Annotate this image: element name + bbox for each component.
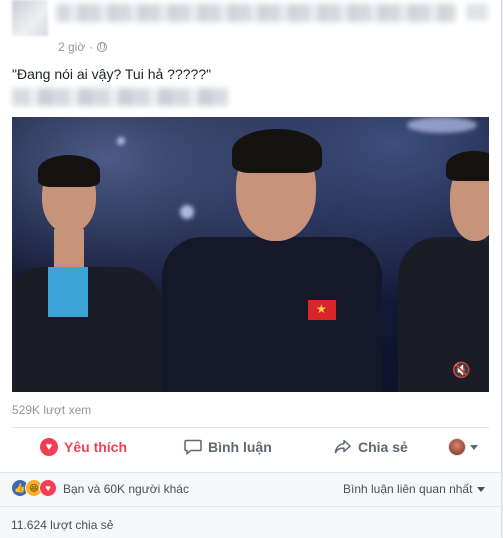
share-label: Chia sẻ <box>358 439 408 455</box>
reaction-summary[interactable]: Bạn và 60K người khác <box>63 482 189 496</box>
like-button[interactable]: ♥ Yêu thích <box>40 428 127 466</box>
chevron-down-icon <box>477 486 486 492</box>
post-time[interactable]: 2 giờ <box>58 40 85 54</box>
reactions-bar: 👍 😆 ♥ Bạn và 60K người khác Bình luận li… <box>0 472 501 538</box>
post-as-selector[interactable] <box>448 438 478 456</box>
comment-button[interactable]: Bình luận <box>184 428 272 466</box>
video-player[interactable]: 🔇 <box>12 117 489 392</box>
divider <box>0 506 501 507</box>
heart-icon: ♥ <box>40 438 58 456</box>
vietnam-flag-badge <box>308 300 336 320</box>
stage-light <box>180 205 194 219</box>
post-options-blurred <box>466 4 488 20</box>
love-icon: ♥ <box>39 479 57 497</box>
like-label: Yêu thích <box>64 439 128 455</box>
comment-label: Bình luận <box>208 439 272 455</box>
post-text-blurred <box>12 88 228 106</box>
globe-icon <box>97 42 108 52</box>
speaker-muted-icon[interactable]: 🔇 <box>452 361 471 379</box>
sort-label: Bình luận liên quan nhất <box>343 482 473 496</box>
stage-light <box>407 117 477 133</box>
comment-sort-dropdown[interactable]: Bình luận liên quan nhất <box>343 482 486 496</box>
view-count: 529K lượt xem <box>12 403 92 417</box>
post-text: "Đang nói ai vậy? Tui hả ?????" <box>12 66 212 82</box>
post-card: 2 giờ · "Đang nói ai vậy? Tui hả ?????" <box>0 0 502 538</box>
comment-icon <box>184 439 202 455</box>
reaction-icons[interactable]: 👍 😆 ♥ <box>11 479 57 497</box>
chevron-down-icon <box>470 444 478 450</box>
author-name-blurred <box>56 4 456 22</box>
share-count[interactable]: 11.624 lượt chia sẻ <box>11 518 113 532</box>
share-button[interactable]: Chia sẻ <box>334 428 408 466</box>
stage-light <box>117 137 125 145</box>
author-avatar[interactable] <box>12 0 48 36</box>
share-icon <box>334 439 351 454</box>
post-meta: 2 giờ · <box>58 40 108 54</box>
action-bar: ♥ Yêu thích Bình luận Chia sẻ <box>12 428 489 466</box>
user-avatar <box>448 438 466 456</box>
